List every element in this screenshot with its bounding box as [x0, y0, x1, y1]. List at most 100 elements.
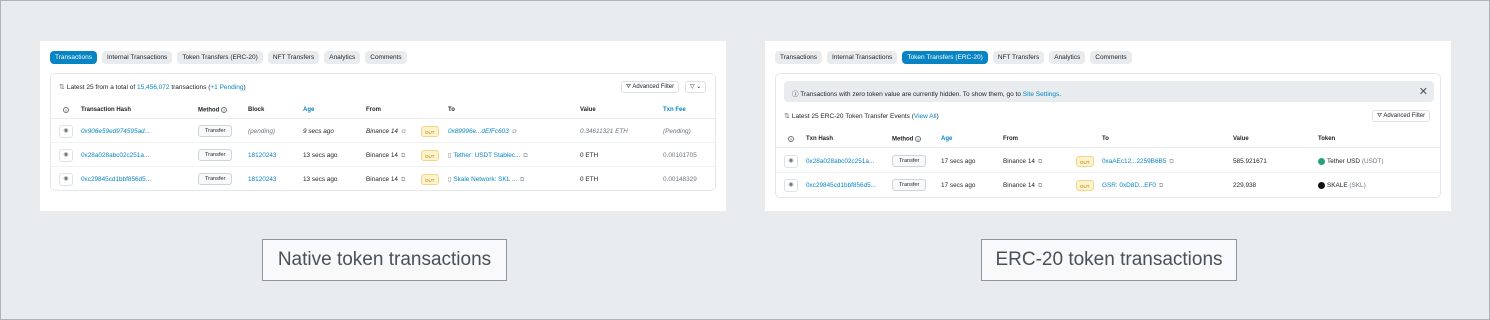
to-address[interactable]: ▯ Tether: USDT Stablec... ⧉	[448, 152, 528, 160]
to-address[interactable]: 0xaAEc12...2259B6B5 ⧉	[1102, 158, 1174, 166]
token-transfers-card: ⓘ Transactions with zero token value are…	[775, 73, 1441, 198]
native-transactions-panel: Transactions Internal Transactions Token…	[40, 41, 726, 211]
out-badge: OUT	[1076, 180, 1094, 191]
txn-hash-link[interactable]: 0x28a028abc02c251a...	[806, 158, 874, 165]
txn-hash-link[interactable]: 0xc29845cd1bbf856d5...	[806, 182, 876, 189]
tab-analytics[interactable]: Analytics	[1049, 51, 1086, 64]
from-address[interactable]: Binance 14 ⧉	[366, 128, 405, 136]
col-to: To	[1102, 136, 1109, 142]
help-icon[interactable]: ?	[788, 136, 794, 143]
filter-dropdown-button[interactable]: ▽ ⌄	[685, 81, 707, 93]
txn-hash-link[interactable]: 0x28a028abc02c251a...	[81, 152, 149, 159]
total-count-link[interactable]: 15,456,072	[137, 84, 170, 91]
advanced-filter-label: Advanced Filter	[1383, 113, 1426, 119]
tab-internal-transactions[interactable]: Internal Transactions	[826, 51, 898, 64]
col-value: Value	[580, 107, 596, 113]
col-age[interactable]: Age	[303, 107, 314, 113]
tab-bar: Transactions Internal Transactions Token…	[50, 51, 407, 64]
eye-icon[interactable]: ◉	[59, 173, 73, 186]
contract-icon: ▯	[448, 177, 452, 183]
site-settings-link[interactable]: Site Settings	[1023, 91, 1060, 98]
age-value: 13 secs ago	[303, 152, 338, 159]
advanced-filter-button[interactable]: ⛛ Advanced Filter	[1372, 110, 1431, 122]
table-header: ? Transaction Hash Method ? Block Age Fr…	[51, 103, 715, 119]
erc20-transfers-panel: Transactions Internal Transactions Token…	[765, 41, 1451, 211]
method-badge: Transfer	[198, 173, 233, 185]
block-link[interactable]: 18120243	[248, 152, 276, 159]
table-row: ◉ 0x28a028abc02c251a... Transfer 17 secs…	[776, 150, 1440, 173]
col-from: From	[366, 107, 381, 113]
copy-icon: ⧉	[1169, 159, 1174, 165]
table-row: ◉ 0xc29845cd1bbf856d5... Transfer 17 sec…	[776, 174, 1440, 197]
to-address[interactable]: 0x89996e...dEfFc603 ⧉	[448, 128, 516, 136]
age-value: 13 secs ago	[303, 176, 338, 183]
fee-value: 0.00148329	[663, 176, 697, 183]
method-help-icon[interactable]: ?	[221, 107, 227, 113]
tab-token-transfers[interactable]: Token Transfers (ERC-20)	[902, 51, 988, 64]
col-method: Method ?	[198, 107, 227, 114]
summary-mid: transactions (	[169, 84, 211, 91]
transactions-summary: ⇅ Latest 25 from a total of 15,456,072 tr…	[59, 83, 246, 91]
col-value: Value	[1233, 136, 1249, 142]
txn-hash-link[interactable]: 0xc29845cd1bbf856d5...	[81, 176, 151, 183]
from-address[interactable]: Binance 14 ⧉	[1003, 158, 1042, 166]
token-link[interactable]: Tether USD (USDT)	[1318, 158, 1383, 165]
col-txn-hash: Txn Hash	[806, 136, 834, 142]
token-link[interactable]: SKALE (SKL)	[1318, 182, 1366, 189]
copy-icon: ⧉	[400, 129, 406, 135]
to-address[interactable]: GSR: 0xD8D...EF0 ⧉	[1102, 182, 1163, 190]
tab-comments[interactable]: Comments	[1090, 51, 1132, 64]
method-badge: Transfer	[892, 179, 927, 191]
eye-icon[interactable]: ◉	[784, 155, 798, 168]
out-badge: OUT	[1076, 156, 1094, 167]
txn-hash-link[interactable]: 0x906e59ed974595ad...	[81, 128, 150, 135]
tab-transactions[interactable]: Transactions	[50, 51, 97, 64]
eye-icon[interactable]: ◉	[59, 149, 73, 162]
method-help-icon[interactable]: ?	[915, 136, 921, 142]
figure-frame: Transactions Internal Transactions Token…	[0, 0, 1490, 320]
table-row: ◉ 0x28a028abc02c251a... Transfer 1812024…	[51, 144, 715, 167]
advanced-filter-button[interactable]: ⛛ Advanced Filter	[621, 81, 680, 93]
value-amount: 0.34611321 ETH	[580, 128, 628, 135]
summary-prefix: Latest 25 from a total of	[66, 84, 137, 91]
col-block: Block	[248, 107, 265, 113]
copy-icon: ⧉	[1158, 183, 1164, 189]
eye-icon[interactable]: ◉	[784, 179, 798, 192]
erc20-caption: ERC-20 token transactions	[981, 239, 1237, 281]
pending-link[interactable]: +1 Pending	[210, 84, 243, 91]
tab-nft-transfers[interactable]: NFT Transfers	[992, 51, 1045, 64]
value-amount: 585.921671	[1233, 158, 1267, 165]
col-method: Method ?	[892, 136, 921, 143]
from-address[interactable]: Binance 14 ⧉	[366, 152, 405, 160]
copy-icon: ⧉	[400, 177, 406, 183]
transactions-card: ⇅ Latest 25 from a total of 15,456,072 tr…	[50, 73, 716, 191]
col-txn-fee[interactable]: Txn Fee	[663, 107, 686, 113]
age-value: 9 secs ago	[303, 128, 334, 135]
copy-icon: ⧉	[400, 153, 406, 159]
value-amount: 229,938	[1233, 182, 1257, 189]
tab-transactions[interactable]: Transactions	[775, 51, 822, 64]
copy-icon: ⧉	[520, 177, 525, 183]
col-age[interactable]: Age	[941, 136, 952, 142]
help-icon[interactable]: ?	[63, 107, 69, 114]
out-badge: OUT	[421, 126, 439, 137]
tab-nft-transfers[interactable]: NFT Transfers	[267, 51, 320, 64]
close-icon[interactable]: ✕	[1419, 85, 1428, 98]
tab-token-transfers[interactable]: Token Transfers (ERC-20)	[177, 51, 263, 64]
from-address[interactable]: Binance 14 ⧉	[366, 176, 405, 184]
tab-internal-transactions[interactable]: Internal Transactions	[101, 51, 173, 64]
table-row: ◉ 0xc29845cd1bbf856d5... Transfer 181202…	[51, 168, 715, 191]
tab-comments[interactable]: Comments	[365, 51, 407, 64]
contract-icon: ▯	[448, 153, 452, 159]
to-address[interactable]: ▯ Skale Network: SKL ... ⧉	[448, 176, 524, 184]
col-to: To	[448, 107, 455, 113]
copy-icon: ⧉	[1037, 183, 1043, 189]
block-link[interactable]: 18120243	[248, 176, 276, 183]
from-address[interactable]: Binance 14 ⧉	[1003, 182, 1042, 190]
tab-analytics[interactable]: Analytics	[324, 51, 361, 64]
copy-icon: ⧉	[1037, 159, 1043, 165]
copy-icon: ⧉	[511, 129, 517, 135]
zero-value-alert: ⓘ Transactions with zero token value are…	[784, 81, 1434, 102]
view-all-link[interactable]: View All	[914, 113, 937, 120]
eye-icon[interactable]: ◉	[59, 125, 73, 138]
